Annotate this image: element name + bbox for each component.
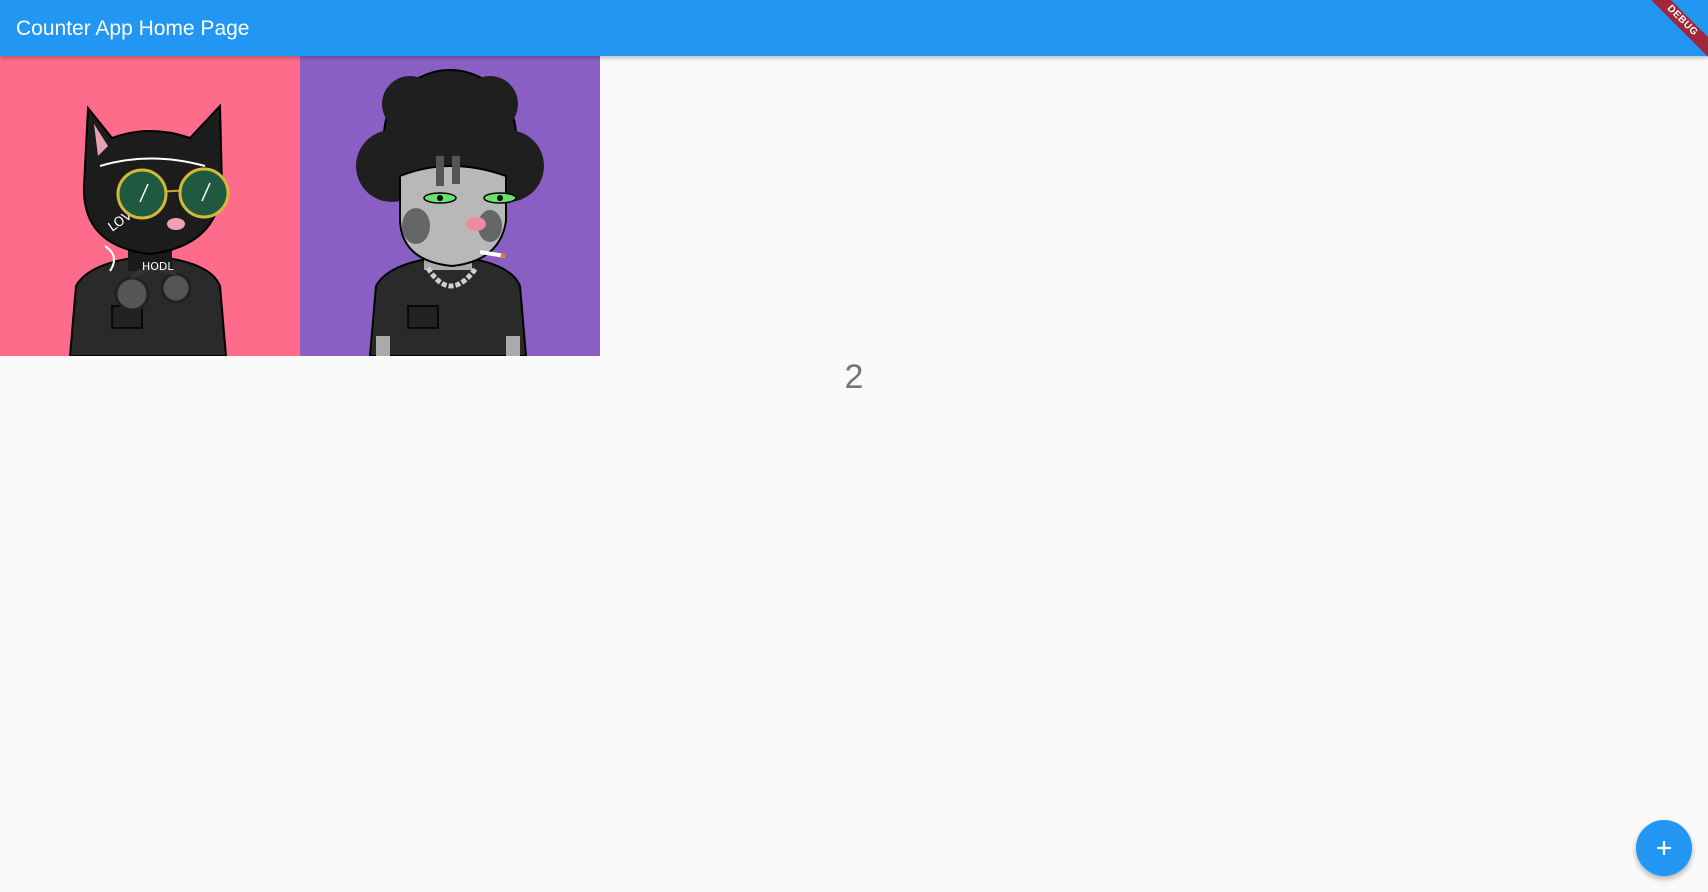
app-bar: Counter App Home Page <box>0 0 1708 56</box>
svg-text:HODL: HODL <box>142 260 174 273</box>
cat-black-sunglasses-image: LOVE HODL <box>0 56 300 356</box>
app-title: Counter App Home Page <box>16 17 250 40</box>
grid-image-1[interactable]: LOVE HODL <box>0 56 300 356</box>
debug-banner: DEBUG <box>1648 0 1708 60</box>
counter-value: 2 <box>844 358 864 396</box>
cat-gray-afro-image <box>300 56 600 356</box>
image-grid: LOVE HODL <box>0 56 600 356</box>
increment-button[interactable] <box>1636 820 1692 876</box>
plus-icon <box>1657 841 1671 855</box>
grid-image-2[interactable] <box>300 56 600 356</box>
debug-label: DEBUG <box>1648 0 1708 60</box>
